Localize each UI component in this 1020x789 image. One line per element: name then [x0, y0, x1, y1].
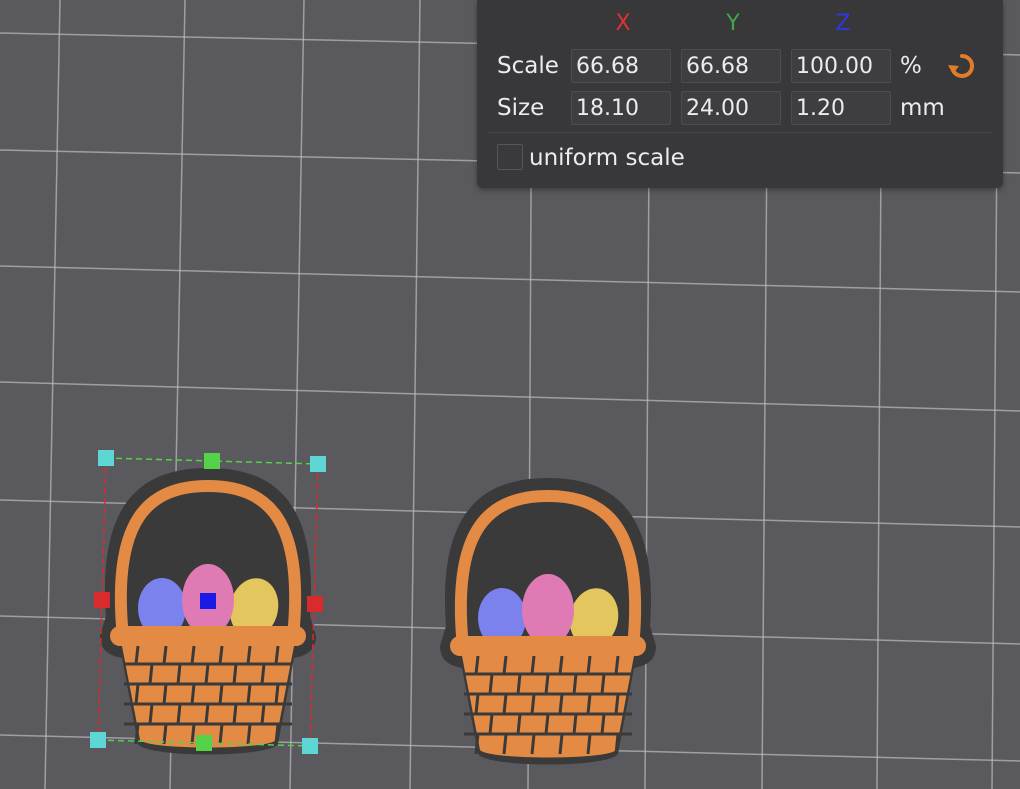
x-axis-handle	[307, 596, 323, 612]
scale-panel: X Y Z Scale % Size mm uniform scale	[477, 0, 1003, 188]
basket-weave-line	[502, 693, 508, 715]
basket-weave-line	[162, 683, 168, 705]
size-unit: mm	[900, 95, 945, 121]
basket-weave-line	[204, 703, 210, 725]
basket-weave-line	[516, 713, 522, 735]
grid-line	[44, 0, 61, 789]
basket-body	[122, 646, 294, 748]
basket-weave-line	[558, 693, 564, 715]
size-row-label: Size	[497, 95, 545, 121]
basket-weave-line	[190, 723, 196, 745]
basket-rim	[450, 636, 646, 656]
scale-x-input[interactable]	[571, 49, 671, 83]
easter-basket	[100, 468, 316, 755]
basket-weave-line	[488, 673, 494, 695]
basket-weave-line	[246, 645, 252, 665]
uniform-scale-label: uniform scale	[529, 145, 685, 171]
egg-pink	[522, 574, 574, 646]
basket-weave-line	[218, 645, 224, 665]
y-axis-handle	[204, 453, 220, 469]
basket-weave-line	[246, 723, 252, 745]
axis-label-z: Z	[835, 11, 851, 36]
x-axis-handle	[94, 592, 110, 608]
basket-weave-line	[148, 703, 154, 725]
basket-weave-line	[488, 713, 494, 735]
basket-body	[462, 656, 634, 758]
basket-weave-line	[190, 683, 196, 705]
corner-handle	[302, 738, 318, 754]
basket-weave-line	[204, 663, 210, 685]
basket-weave-line	[502, 655, 508, 675]
basket-weave-line	[502, 733, 508, 755]
basket-weave-line	[260, 703, 266, 725]
scale-unit: %	[900, 53, 922, 79]
corner-handle	[90, 732, 106, 748]
basket-weave-line	[544, 713, 550, 735]
uniform-scale-checkbox[interactable]	[497, 144, 523, 170]
basket-weave-line	[246, 683, 252, 705]
basket-weave-line	[134, 645, 140, 665]
corner-handle	[98, 450, 114, 466]
basket-weave-line	[572, 713, 578, 735]
size-z-input[interactable]	[791, 91, 891, 125]
grid-line	[289, 0, 305, 789]
basket-weave-line	[232, 703, 238, 725]
basket-weave-line	[516, 673, 522, 695]
panel-divider	[489, 132, 991, 133]
scale-y-input[interactable]	[681, 49, 781, 83]
basket-weave-line	[586, 733, 592, 755]
center-handle	[200, 593, 216, 609]
basket-weave-line	[530, 655, 536, 675]
basket-weave-line	[558, 655, 564, 675]
basket-weave-line	[586, 693, 592, 715]
grid-line	[0, 265, 1020, 293]
basket-weave-line	[232, 663, 238, 685]
basket-weave-line	[134, 723, 140, 745]
basket-weave-line	[176, 703, 182, 725]
axis-label-y: Y	[726, 11, 740, 36]
basket-weave-line	[474, 733, 480, 755]
basket-weave-line	[586, 655, 592, 675]
basket-weave-line	[614, 693, 620, 715]
size-y-input[interactable]	[681, 91, 781, 125]
basket-weave-line	[162, 723, 168, 745]
basket-weave-line	[190, 645, 196, 665]
scale-row-label: Scale	[497, 53, 559, 79]
reset-scale-button[interactable]	[947, 52, 977, 82]
scale-z-input[interactable]	[791, 49, 891, 83]
size-x-input[interactable]	[571, 91, 671, 125]
basket-weave-line	[530, 693, 536, 715]
basket-weave-line	[572, 673, 578, 695]
basket-weave-line	[260, 663, 266, 685]
y-axis-handle	[196, 735, 212, 751]
basket-weave-line	[544, 673, 550, 695]
basket-weave-line	[274, 683, 280, 705]
basket-rim	[110, 626, 306, 646]
basket-weave-line	[614, 655, 620, 675]
basket-weave-line	[600, 713, 606, 735]
basket-weave-line	[274, 645, 280, 665]
corner-handle	[310, 456, 326, 472]
basket-weave-line	[148, 663, 154, 685]
basket-weave-line	[600, 673, 606, 695]
basket-weave-line	[530, 733, 536, 755]
basket-weave-line	[162, 645, 168, 665]
basket-weave-line	[558, 733, 564, 755]
basket-weave-line	[134, 683, 140, 705]
basket-weave-line	[614, 733, 620, 755]
basket-weave-line	[274, 723, 280, 745]
basket-weave-line	[218, 683, 224, 705]
basket-weave-line	[474, 693, 480, 715]
reset-arrow-icon	[948, 53, 975, 78]
axis-label-x: X	[615, 11, 631, 36]
easter-basket	[440, 478, 656, 765]
basket-weave-line	[474, 655, 480, 675]
basket-weave-line	[218, 723, 224, 745]
scene-objects	[100, 468, 656, 765]
grid-line	[0, 381, 1020, 412]
basket-weave-line	[176, 663, 182, 685]
